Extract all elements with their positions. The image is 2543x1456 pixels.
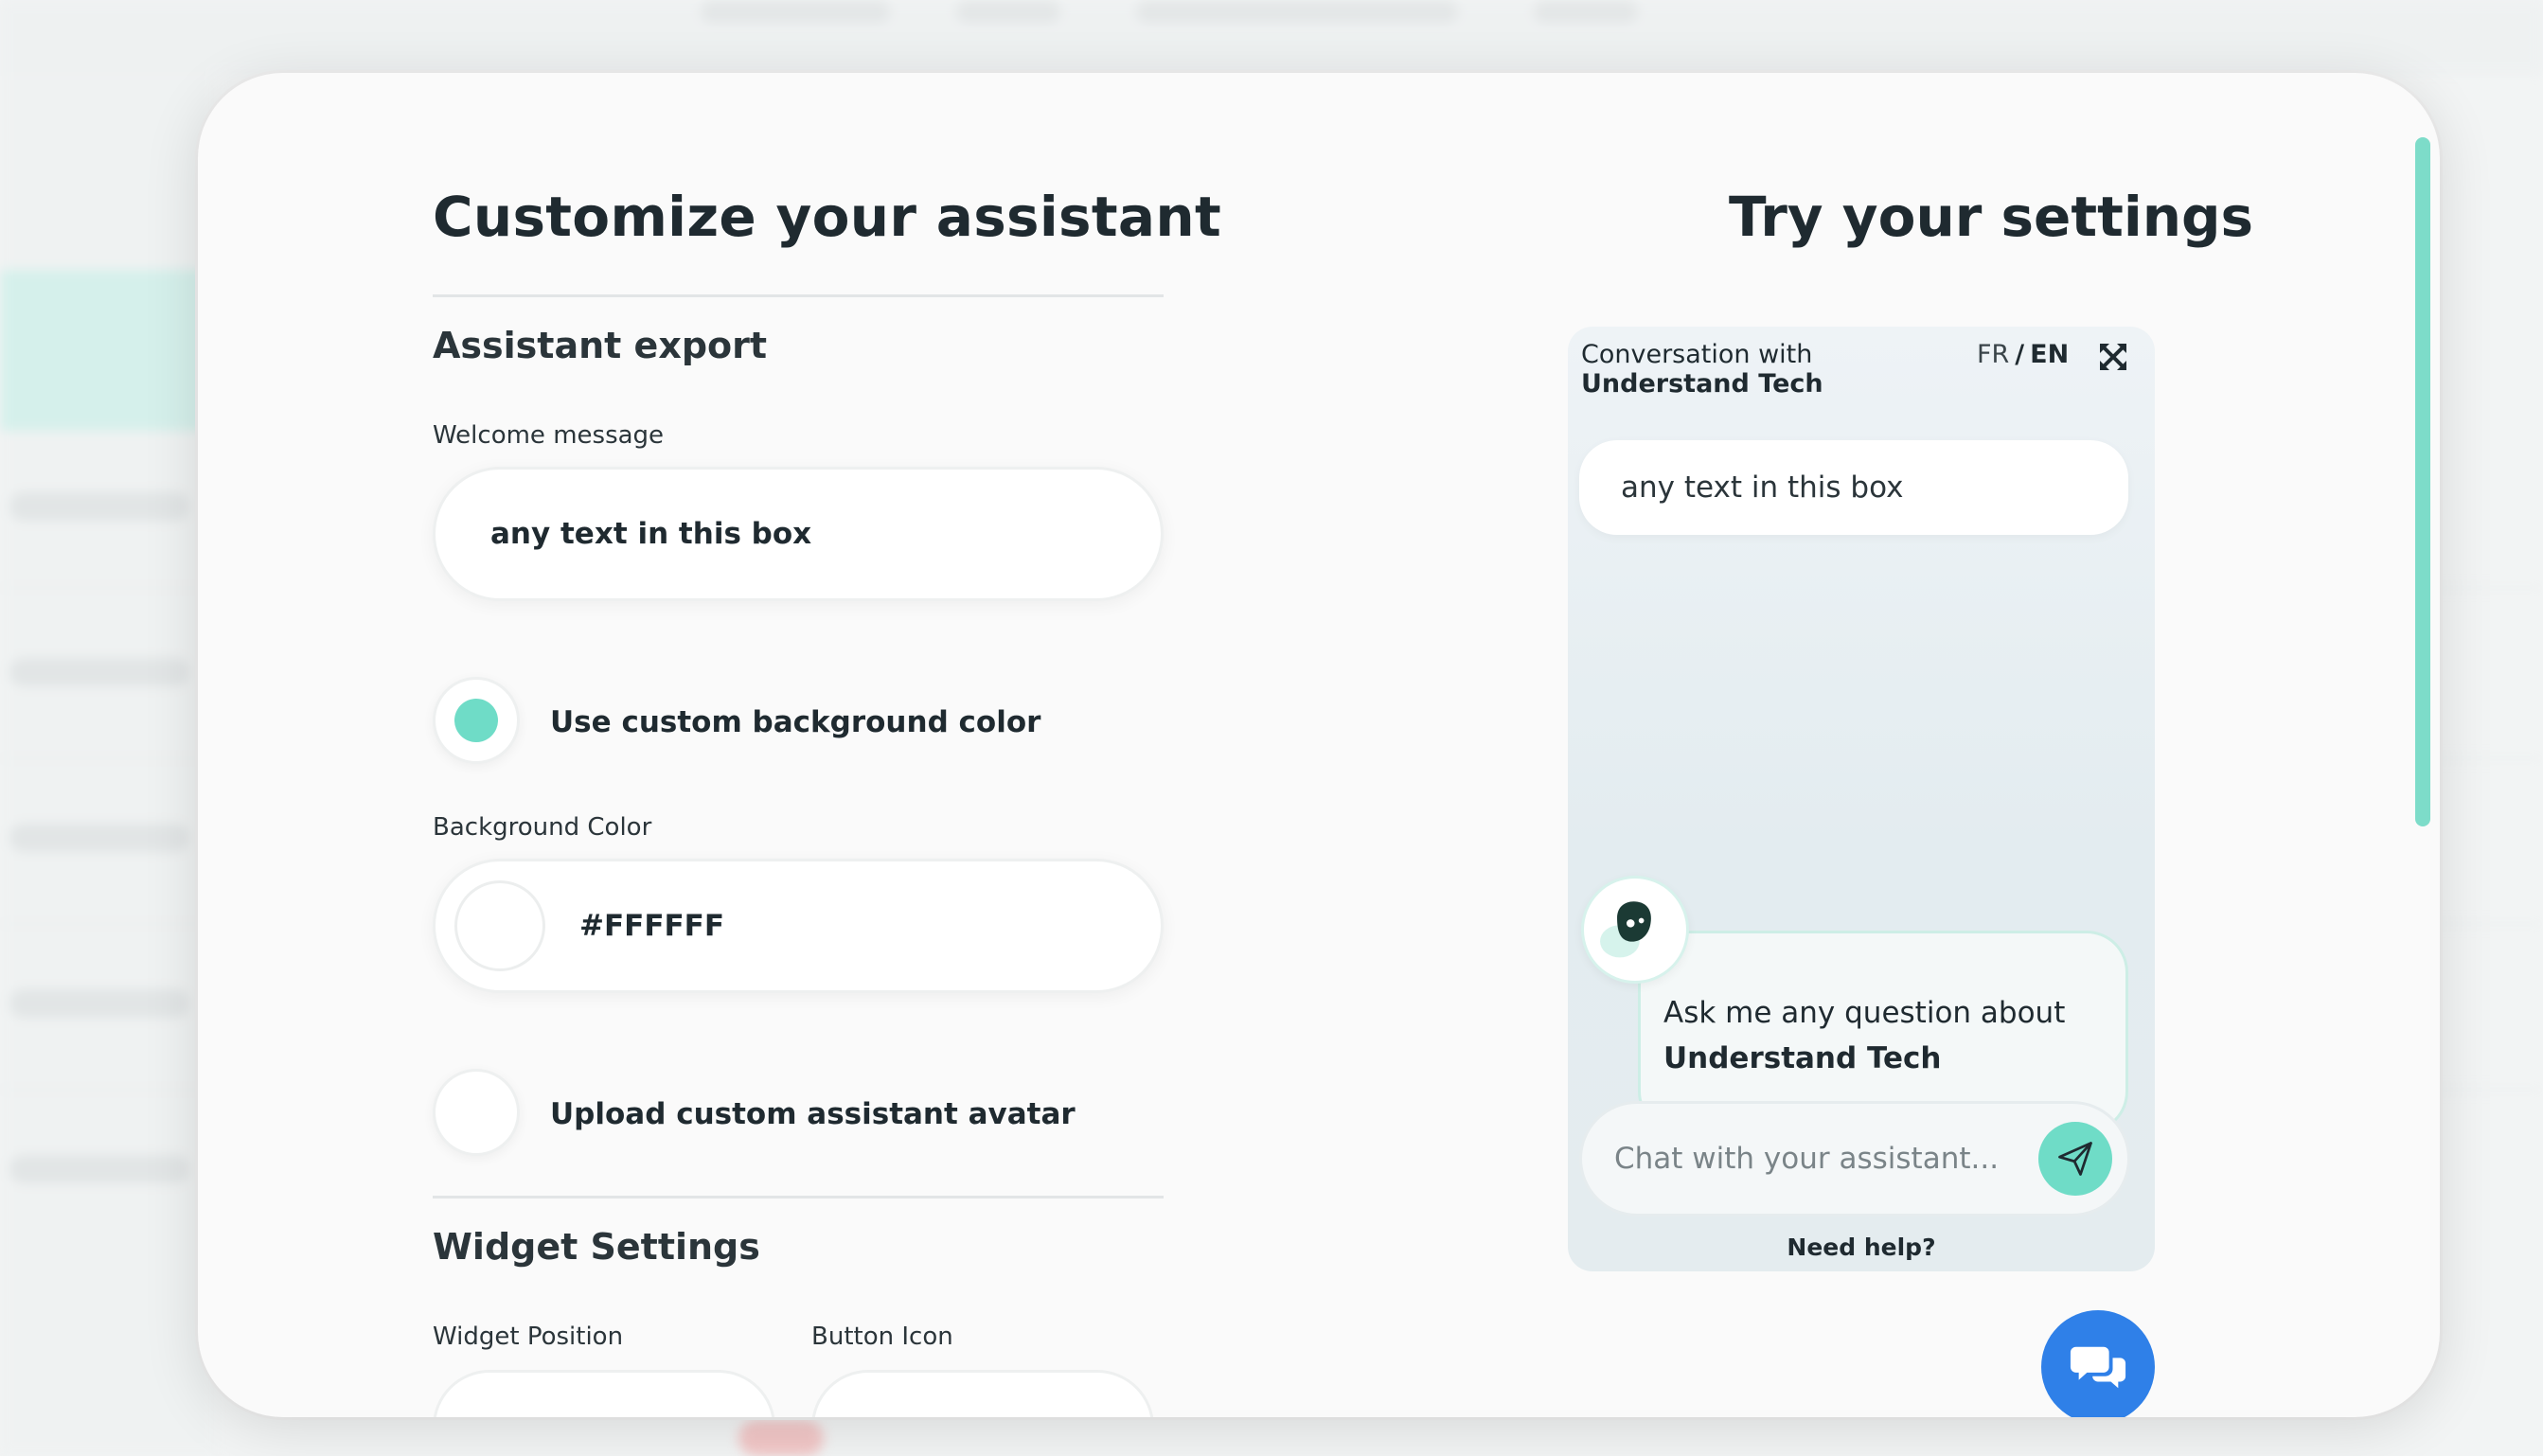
background-color-label: Background Color <box>433 813 652 842</box>
background-sidebar-item <box>9 989 189 1018</box>
scrollbar-thumb[interactable] <box>2415 137 2430 826</box>
expand-icon[interactable] <box>2098 342 2128 372</box>
language-switcher: FR / EN <box>1977 340 2069 369</box>
background-tab <box>956 0 1060 23</box>
chat-input-placeholder: Chat with your assistant... <box>1614 1142 2000 1176</box>
customize-modal: Customize your assistant Assistant expor… <box>198 73 2440 1417</box>
send-icon <box>2058 1142 2092 1176</box>
background-color-input[interactable]: #FFFFFF <box>433 859 1164 993</box>
chat-widget-preview: Conversation with Understand Tech FR / EN … <box>1568 327 2155 1271</box>
custom-bg-label: Use custom background color <box>550 705 1041 739</box>
background-sidebar-item <box>9 492 189 521</box>
background-tab <box>701 0 890 23</box>
button-icon-select[interactable] <box>811 1370 1154 1417</box>
lang-separator: / <box>2015 340 2025 369</box>
upload-avatar-checkbox[interactable] <box>433 1069 520 1156</box>
welcome-message-value: any text in this box <box>490 517 812 551</box>
preview-title: Try your settings <box>1729 185 2254 249</box>
bot-face-icon <box>1600 901 1651 958</box>
background-badge <box>738 1420 824 1456</box>
custom-bg-toggle[interactable]: Use custom background color <box>433 677 1164 768</box>
background-sidebar-item <box>9 824 189 852</box>
section-title-export: Assistant export <box>433 325 768 366</box>
need-help-link[interactable]: Need help? <box>1568 1234 2155 1261</box>
background-sidebar-item <box>9 658 189 686</box>
divider <box>433 294 1164 297</box>
conversation-title: Conversation with Understand Tech <box>1581 340 1979 399</box>
checked-indicator <box>454 699 498 742</box>
welcome-bubble: any text in this box <box>1579 440 2128 535</box>
welcome-message-input[interactable]: any text in this box <box>433 467 1164 601</box>
section-title-widget: Widget Settings <box>433 1226 760 1268</box>
upload-avatar-label: Upload custom assistant avatar <box>550 1097 1076 1131</box>
button-icon-label: Button Icon <box>811 1323 953 1351</box>
background-active-item <box>0 270 218 431</box>
chat-bubbles-icon <box>2070 1346 2126 1389</box>
conversation-name: Understand Tech <box>1581 369 1823 399</box>
conversation-prefix: Conversation with <box>1581 340 1813 369</box>
welcome-message-label: Welcome message <box>433 421 665 450</box>
upload-avatar-toggle[interactable]: Upload custom assistant avatar <box>433 1069 1164 1160</box>
send-button[interactable] <box>2038 1122 2112 1196</box>
widget-position-select[interactable] <box>433 1370 775 1417</box>
chat-launcher-button[interactable] <box>2041 1310 2155 1417</box>
color-swatch[interactable] <box>454 880 545 971</box>
background-tab <box>1534 0 1638 23</box>
bot-message-name: Understand Tech <box>1663 1041 1942 1075</box>
lang-en[interactable]: EN <box>2030 340 2069 369</box>
page-title: Customize your assistant <box>433 185 1221 249</box>
chat-input[interactable]: Chat with your assistant... <box>1579 1101 2130 1216</box>
bot-avatar-icon <box>1581 876 1689 984</box>
welcome-bubble-text: any text in this box <box>1621 471 1904 505</box>
background-sidebar-item <box>9 1155 189 1183</box>
background-color-value: #FFFFFF <box>579 909 725 943</box>
widget-position-label: Widget Position <box>433 1323 624 1351</box>
lang-fr[interactable]: FR <box>1977 340 2009 369</box>
custom-bg-checkbox[interactable] <box>433 677 520 764</box>
divider <box>433 1196 1164 1199</box>
bot-message-prefix: Ask me any question about <box>1663 996 2066 1030</box>
background-tab <box>1136 0 1458 23</box>
